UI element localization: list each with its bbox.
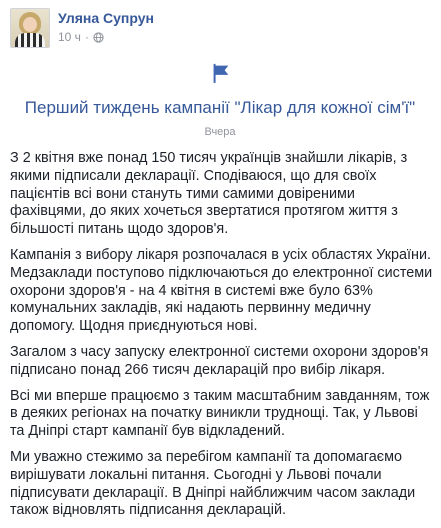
author-name[interactable]: Уляна Супрун (58, 10, 154, 26)
post-body: З 2 квітня вже понад 150 тисяч українців… (10, 150, 434, 528)
post-paragraph: Кампанія з вибору лікаря розпочалася в у… (10, 246, 433, 335)
post-paragraph: Ми уважно стежимо за перебігом кампанії … (10, 448, 416, 519)
event-card[interactable]: Перший тиждень кампанії "Лікар для кожно… (10, 50, 430, 140)
post-header: Уляна Супрун 10 ч · (10, 6, 430, 48)
event-title[interactable]: Перший тиждень кампанії "Лікар для кожно… (10, 98, 430, 118)
event-date: Вчера (204, 126, 236, 138)
post-paragraph: Загалом з часу запуску електронної систе… (10, 343, 429, 378)
meta-separator: · (84, 30, 89, 44)
avatar[interactable] (10, 8, 50, 48)
post-paragraph: Всі ми вперше працюємо з таким масштабни… (10, 387, 430, 440)
post-paragraph: З 2 квітня вже понад 150 тисяч українців… (10, 150, 408, 238)
globe-icon (93, 31, 104, 43)
post-timestamp[interactable]: 10 ч (58, 30, 81, 44)
post-meta: 10 ч · (58, 30, 104, 44)
flag-icon (213, 63, 229, 84)
